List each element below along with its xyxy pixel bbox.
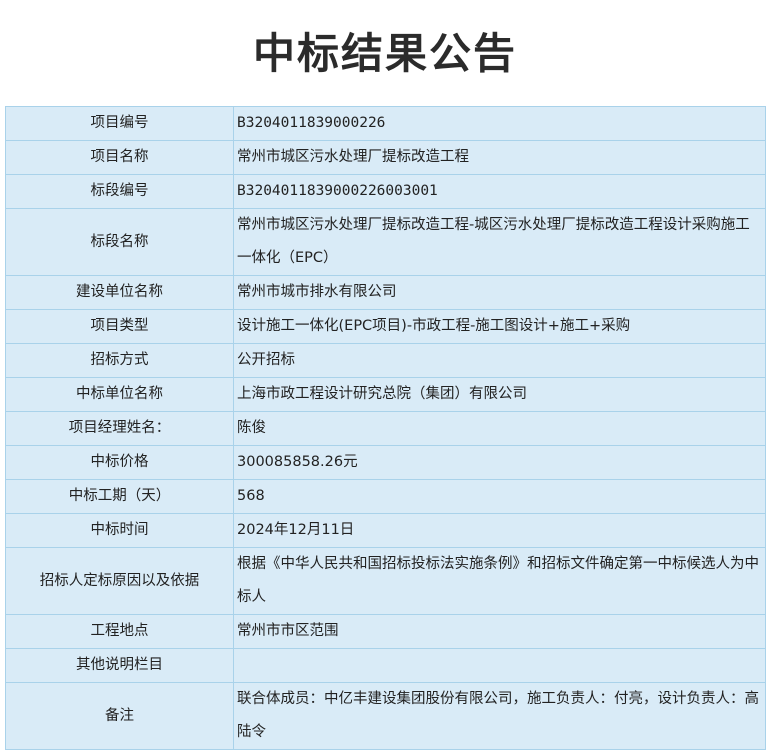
row-value: 常州市城市排水有限公司	[233, 275, 766, 310]
row-label: 中标时间	[5, 513, 234, 548]
row-label: 招标人定标原因以及依据	[5, 547, 234, 615]
row-value: 常州市市区范围	[233, 614, 766, 649]
row-label: 中标工期（天）	[5, 479, 234, 514]
table-row-award-basis: 招标人定标原因以及依据 根据《中华人民共和国招标投标法实施条例》和招标文件确定第…	[5, 547, 766, 615]
row-label: 项目类型	[5, 309, 234, 344]
row-value: 联合体成员：中亿丰建设集团股份有限公司，施工负责人：付亮，设计负责人：高陆令	[233, 682, 766, 750]
row-value	[233, 648, 766, 683]
page-title: 中标结果公告	[252, 29, 517, 78]
row-value: 根据《中华人民共和国招标投标法实施条例》和招标文件确定第一中标候选人为中标人	[233, 547, 766, 615]
row-label: 备注	[5, 682, 234, 750]
row-label: 项目编号	[5, 106, 234, 141]
row-value: 568	[233, 479, 766, 514]
row-label: 中标单位名称	[5, 377, 234, 412]
row-value: 常州市城区污水处理厂提标改造工程	[233, 140, 766, 175]
table-row-award-date: 中标时间 2024年12月11日	[5, 513, 766, 548]
table-row-location: 工程地点 常州市市区范围	[5, 614, 766, 649]
row-label: 其他说明栏目	[5, 648, 234, 683]
table-row-other-notes: 其他说明栏目	[5, 648, 766, 683]
table-row-winning-price: 中标价格 300085858.26元	[5, 445, 766, 480]
table-row-project-manager: 项目经理姓名： 陈俊	[5, 411, 766, 446]
row-value: 300085858.26元	[233, 445, 766, 480]
row-value: 常州市城区污水处理厂提标改造工程-城区污水处理厂提标改造工程设计采购施工一体化（…	[233, 208, 766, 276]
row-value: 上海市政工程设计研究总院（集团）有限公司	[233, 377, 766, 412]
row-value: B3204011839000226003001	[233, 174, 766, 209]
row-label: 项目经理姓名：	[5, 411, 234, 446]
table-row-project-type: 项目类型 设计施工一体化(EPC项目)-市政工程-施工图设计+施工+采购	[5, 309, 766, 344]
row-value: 2024年12月11日	[233, 513, 766, 548]
row-value: 设计施工一体化(EPC项目)-市政工程-施工图设计+施工+采购	[233, 309, 766, 344]
row-value: B3204011839000226	[233, 106, 766, 141]
table-row-section-name: 标段名称 常州市城区污水处理厂提标改造工程-城区污水处理厂提标改造工程设计采购施…	[5, 208, 766, 276]
row-value: 陈俊	[233, 411, 766, 446]
table-row-remarks: 备注 联合体成员：中亿丰建设集团股份有限公司，施工负责人：付亮，设计负责人：高陆…	[5, 682, 766, 750]
bid-result-table: 项目编号 B3204011839000226 项目名称 常州市城区污水处理厂提标…	[5, 106, 766, 750]
row-value: 公开招标	[233, 343, 766, 378]
row-label: 工程地点	[5, 614, 234, 649]
row-label: 中标价格	[5, 445, 234, 480]
table-row-project-name: 项目名称 常州市城区污水处理厂提标改造工程	[5, 140, 766, 175]
table-row-winning-bidder: 中标单位名称 上海市政工程设计研究总院（集团）有限公司	[5, 377, 766, 412]
row-label: 建设单位名称	[5, 275, 234, 310]
row-label: 标段编号	[5, 174, 234, 209]
table-row-project-number: 项目编号 B3204011839000226	[5, 106, 766, 141]
table-row-employer: 建设单位名称 常州市城市排水有限公司	[5, 275, 766, 310]
table-row-duration: 中标工期（天） 568	[5, 479, 766, 514]
table-row-tender-method: 招标方式 公开招标	[5, 343, 766, 378]
row-label: 项目名称	[5, 140, 234, 175]
table-row-section-number: 标段编号 B3204011839000226003001	[5, 174, 766, 209]
row-label: 标段名称	[5, 208, 234, 276]
row-label: 招标方式	[5, 343, 234, 378]
